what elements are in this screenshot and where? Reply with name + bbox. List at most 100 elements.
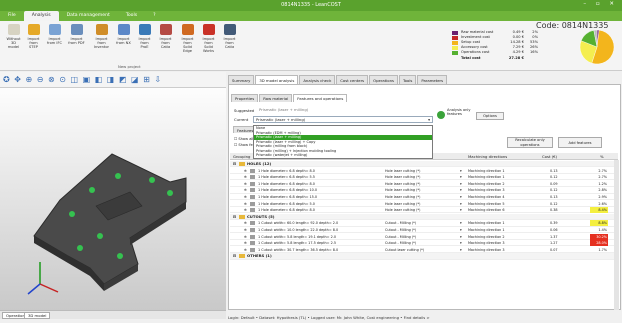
expand-icon[interactable]: ⊕ bbox=[244, 187, 247, 193]
table-row[interactable]: ⊕ 1 Cutout width= 5.8 length= 19.1 depth=… bbox=[230, 233, 618, 240]
operation-name: Cutout laser cutting (*) bbox=[385, 247, 425, 252]
catia-icon bbox=[223, 24, 236, 35]
expand-icon[interactable]: ⊕ bbox=[244, 174, 247, 180]
import-pdf-button[interactable]: Import from PDF bbox=[68, 24, 85, 45]
options-button[interactable]: Options bbox=[476, 112, 504, 120]
tab-parameters[interactable]: Parameters bbox=[417, 75, 448, 84]
table-group-row[interactable]: ⊟ OTHERS (1) bbox=[230, 253, 618, 260]
menu-tab-help[interactable]: ? bbox=[145, 11, 163, 21]
feature-icon bbox=[250, 201, 255, 206]
legend-swatch bbox=[452, 31, 458, 35]
table-row[interactable]: ⊕ 1 Hole diameter= 6.8 depth= 10.0 Hole la… bbox=[230, 187, 618, 194]
table-row[interactable]: ⊕ 1 Hole diameter= 6.8 depth= 5.0 Hole las… bbox=[230, 201, 618, 207]
expand-icon[interactable]: ⊕ bbox=[244, 181, 247, 187]
subtab-raw-material[interactable]: Raw material bbox=[259, 94, 293, 102]
dropdown-icon[interactable]: ▾ bbox=[460, 187, 462, 193]
feature-icon bbox=[250, 188, 255, 193]
import-solidworks-button[interactable]: Import from Solid Works bbox=[200, 24, 217, 53]
without-3d-model-button[interactable]: Without 3D model bbox=[5, 24, 22, 49]
expand-icon[interactable]: ⊟ bbox=[233, 253, 236, 259]
feature-icon bbox=[250, 228, 255, 232]
dropdown-icon[interactable]: ▾ bbox=[460, 227, 462, 233]
process-dropdown-list[interactable]: None Prismatic (EDM + milling) Prismatic… bbox=[253, 125, 433, 159]
expand-icon[interactable]: ⊕ bbox=[244, 220, 247, 226]
table-row[interactable]: ⊕ 1 Cutout width= 30.7 length= 36.5 depth… bbox=[230, 247, 618, 253]
expand-icon[interactable]: ⊕ bbox=[244, 168, 247, 174]
table-row[interactable]: ⊕ 1 Cutout width= 10.0 length= 22.0 depth… bbox=[230, 227, 618, 234]
feature-name: 1 Hole diameter= 6.8 depth= 10.0 bbox=[258, 188, 318, 193]
current-label: Current bbox=[234, 117, 249, 122]
import-ifc-button[interactable]: Import from IFC bbox=[46, 24, 63, 45]
hole-marker bbox=[117, 253, 123, 259]
analysis-only-features-button[interactable]: Analysis only features bbox=[447, 108, 473, 116]
import-nx-button[interactable]: Import from NX bbox=[115, 24, 132, 45]
dropdown-icon[interactable]: ▾ bbox=[460, 194, 462, 200]
tab-summary[interactable]: Summary bbox=[228, 75, 255, 84]
3d-viewport[interactable] bbox=[0, 88, 226, 310]
subtab-features-operations[interactable]: Features and operations bbox=[293, 94, 348, 102]
feature-icon bbox=[250, 208, 255, 213]
tab-cost-centers[interactable]: Cost centers bbox=[336, 75, 369, 84]
current-combo[interactable]: Prismatic (laser + milling) ▾ bbox=[253, 116, 433, 123]
table-group-row[interactable]: ⊟ CUTOUTS (5) bbox=[230, 213, 618, 220]
expand-icon[interactable]: ⊟ bbox=[233, 214, 236, 220]
chevron-down-icon[interactable]: ▾ bbox=[428, 117, 430, 123]
table-row[interactable]: ⊕ 1 Hole diameter= 6.8 depth= 8.0 Hole las… bbox=[230, 181, 618, 187]
cost-value: 0.06 bbox=[550, 228, 558, 232]
import-catia-2-button[interactable]: Import from Catia bbox=[221, 24, 238, 49]
dropdown-icon[interactable]: ▾ bbox=[460, 234, 462, 240]
table-row[interactable]: ⊕ 1 Hole diameter= 6.8 depth= 15.0 Hole la… bbox=[230, 194, 618, 201]
machining-direction: Machining direction 2 bbox=[468, 234, 505, 239]
expand-icon[interactable]: ⊕ bbox=[244, 247, 247, 253]
menu-tab-tools[interactable]: Tools bbox=[118, 11, 145, 21]
pdf-file-icon bbox=[70, 24, 83, 35]
title-bar: 0814N1335 - LeanCOST bbox=[0, 0, 622, 11]
table-row[interactable]: ⊕ 1 Hole diameter= 6.8 depth= 8.0 Hole las… bbox=[230, 207, 618, 214]
viewer-toolbar[interactable]: ✪ ✥ ⊕ ⊖ ⊗ ⊙ ◫ ▣ ◧ ◨ ◩ ◪ ⊞ ⇩ bbox=[0, 72, 226, 88]
table-row[interactable]: ⊕ 1 Cutout width= 5.8 length= 17.5 depth=… bbox=[230, 240, 618, 247]
import-proe-button[interactable]: Import from ProE bbox=[136, 24, 153, 49]
menu-tab-data-management[interactable]: Data management bbox=[59, 11, 118, 21]
dropdown-icon[interactable]: ▾ bbox=[460, 247, 462, 253]
dropdown-icon[interactable]: ▾ bbox=[460, 201, 462, 207]
expand-icon[interactable]: ⊕ bbox=[244, 194, 247, 200]
tab-operations-main[interactable]: Operations bbox=[369, 75, 398, 84]
table-group-row[interactable]: ⊟ HOLES (12) bbox=[230, 161, 618, 168]
import-inventor-button[interactable]: Import from Inventor bbox=[93, 24, 110, 49]
table-row[interactable]: ⊕ 1 Cutout width= 60.0 length= 92.0 depth… bbox=[230, 220, 618, 227]
tab-3d-model-analysis[interactable]: 3D model analysis bbox=[255, 75, 299, 84]
expand-icon[interactable]: ⊕ bbox=[244, 240, 247, 246]
cost-value: 0.12 bbox=[550, 175, 558, 180]
tab-3d-model[interactable]: 3D model bbox=[24, 312, 51, 319]
table-row[interactable]: ⊕ 1 Hole diameter= 6.8 depth= 5.5 Hole las… bbox=[230, 174, 618, 181]
import-catia-button[interactable]: Import from Catia bbox=[157, 24, 174, 49]
operation-name: Hole laser cutting (*) bbox=[385, 181, 421, 186]
table-row[interactable]: ⊕ 1 Hole diameter= 6.8 depth= 8.0 Hole las… bbox=[230, 168, 618, 174]
import-step-button[interactable]: Import from STEP bbox=[25, 24, 42, 49]
feature-name: 1 Cutout width= 5.8 length= 19.1 depth= … bbox=[258, 234, 336, 239]
window-controls[interactable]: – ▫ ✕ bbox=[583, 1, 618, 7]
dropdown-icon[interactable]: ▾ bbox=[460, 207, 462, 213]
menu-tab-file[interactable]: File bbox=[0, 11, 24, 21]
dropdown-icon[interactable]: ▾ bbox=[460, 220, 462, 226]
expand-icon[interactable]: ⊕ bbox=[244, 234, 247, 240]
dropdown-icon[interactable]: ▾ bbox=[460, 181, 462, 187]
dropdown-icon[interactable]: ▾ bbox=[460, 168, 462, 174]
dropdown-icon[interactable]: ▾ bbox=[460, 240, 462, 246]
tab-analysis-check[interactable]: Analysis check bbox=[299, 75, 336, 84]
expand-icon[interactable]: ⊕ bbox=[244, 201, 247, 207]
machining-direction: Machining direction 2 bbox=[468, 181, 505, 186]
expand-icon[interactable]: ⊕ bbox=[244, 207, 247, 213]
vertical-scrollbar[interactable] bbox=[614, 160, 619, 310]
subtab-properties[interactable]: Properties bbox=[231, 94, 259, 102]
dropdown-option[interactable]: Prismatic (waterjet + milling) bbox=[254, 153, 432, 158]
expand-icon[interactable]: ⊕ bbox=[244, 227, 247, 233]
expand-icon[interactable]: ⊟ bbox=[233, 161, 236, 167]
recalculate-operations-button[interactable]: Recalculate only operations bbox=[507, 137, 553, 148]
menu-tab-analysis[interactable]: Analysis bbox=[23, 11, 59, 21]
tab-tools[interactable]: Tools bbox=[399, 75, 417, 84]
dropdown-icon[interactable]: ▾ bbox=[460, 174, 462, 180]
import-solid-edge-button[interactable]: Import from Solid Edge bbox=[179, 24, 196, 53]
hole-marker bbox=[115, 173, 121, 179]
add-features-button[interactable]: Add features bbox=[558, 137, 602, 148]
